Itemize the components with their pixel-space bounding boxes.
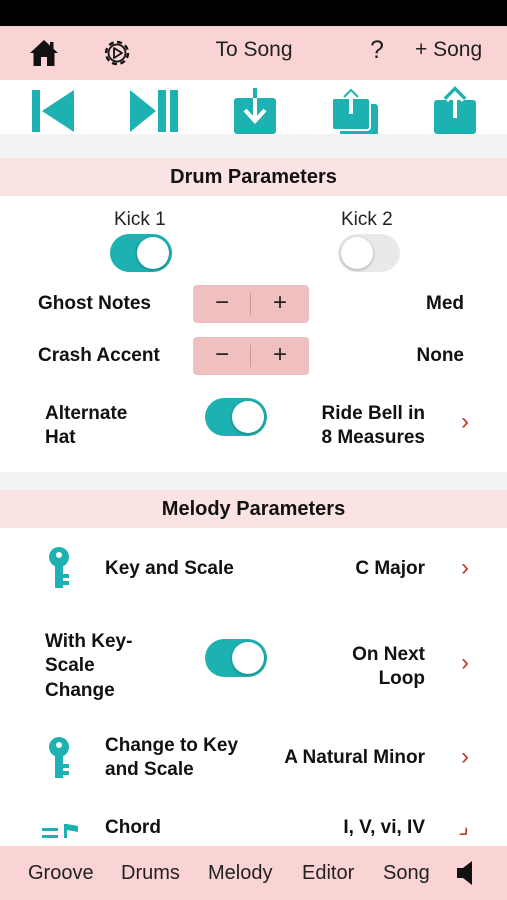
tab-song[interactable]: Song	[383, 862, 430, 885]
crash-accent-value: None	[416, 345, 465, 366]
ride-bell-value-line1[interactable]: Ride Bell in	[322, 402, 425, 426]
bottom-tab-bar: Groove Drums Melody Editor Song	[0, 846, 507, 900]
settings-gear-icon[interactable]	[101, 37, 133, 69]
crash-accent-increment-button[interactable]: +	[251, 337, 309, 375]
crash-accent-stepper: − +	[193, 337, 309, 375]
toggle-knob	[137, 237, 169, 269]
toggle-knob	[341, 237, 373, 269]
ghost-notes-decrement-button[interactable]: −	[193, 285, 251, 323]
ghost-notes-stepper: − +	[193, 285, 309, 323]
with-key-scale-change-line1: With Key-	[45, 631, 133, 652]
with-key-scale-change-line2: Scale	[45, 655, 95, 676]
next-loop-value-line1[interactable]: On Next	[352, 643, 425, 667]
chevron-right-icon[interactable]: ›	[461, 554, 469, 582]
add-song-button[interactable]: + Song	[415, 38, 482, 62]
section-divider	[0, 134, 507, 158]
kick2-label: Kick 2	[341, 209, 393, 230]
change-to-key-label-line2: and Scale	[105, 759, 194, 780]
change-to-key-label-line1: Change to Key	[105, 735, 239, 756]
crash-accent-label: Crash Accent	[38, 345, 160, 366]
kick1-toggle[interactable]	[110, 234, 172, 272]
key-and-scale-label: Key and Scale	[105, 558, 234, 579]
help-button[interactable]: ?	[370, 36, 384, 65]
toggle-knob	[232, 642, 264, 674]
drum-parameters-header: Drum Parameters	[0, 158, 507, 196]
crash-accent-decrement-button[interactable]: −	[193, 337, 251, 375]
key-and-scale-value[interactable]: C Major	[355, 557, 425, 581]
play-pause-icon[interactable]	[128, 86, 180, 136]
next-loop-value-line2[interactable]: Loop	[379, 667, 425, 691]
toggle-knob	[232, 401, 264, 433]
share-icon[interactable]	[432, 86, 478, 136]
share-multiple-icon[interactable]	[330, 86, 380, 136]
chord-label: Chord	[105, 817, 161, 838]
chevron-right-icon[interactable]: ›	[452, 819, 478, 844]
tab-editor[interactable]: Editor	[302, 862, 354, 885]
download-icon[interactable]	[232, 86, 278, 136]
alternate-hat-toggle[interactable]	[205, 398, 267, 436]
melody-parameters-header: Melody Parameters	[0, 490, 507, 528]
key-scale-change-toggle[interactable]	[205, 639, 267, 677]
section-divider	[0, 472, 507, 490]
ghost-notes-label: Ghost Notes	[38, 293, 151, 314]
action-toolbar	[0, 80, 507, 142]
chevron-right-icon[interactable]: ›	[461, 408, 469, 436]
top-bar: To Song ? + Song	[0, 26, 507, 80]
alternate-hat-label-line2: Hat	[45, 427, 76, 448]
status-bar	[0, 0, 507, 26]
tab-drums[interactable]: Drums	[121, 862, 180, 885]
chevron-right-icon[interactable]: ›	[461, 649, 469, 677]
speaker-icon[interactable]	[455, 860, 475, 891]
chord-value[interactable]: I, V, vi, IV	[343, 816, 425, 840]
key-icon	[46, 736, 72, 785]
alternate-hat-label-line1: Alternate	[45, 403, 128, 424]
chord-icon	[42, 822, 80, 845]
with-key-scale-change-line3: Change	[45, 680, 115, 701]
key-icon	[46, 546, 72, 595]
ride-bell-value-line2[interactable]: 8 Measures	[321, 426, 425, 450]
ghost-notes-increment-button[interactable]: +	[251, 285, 309, 323]
to-song-button[interactable]: To Song	[194, 38, 314, 62]
chevron-right-icon[interactable]: ›	[461, 743, 469, 771]
tab-groove[interactable]: Groove	[28, 862, 94, 885]
change-to-key-value[interactable]: A Natural Minor	[284, 746, 425, 770]
kick1-label: Kick 1	[114, 209, 166, 230]
kick2-toggle[interactable]	[338, 234, 400, 272]
tab-melody[interactable]: Melody	[208, 862, 272, 885]
ghost-notes-value: Med	[426, 293, 464, 314]
home-icon[interactable]	[28, 38, 60, 68]
skip-back-icon[interactable]	[30, 86, 76, 136]
